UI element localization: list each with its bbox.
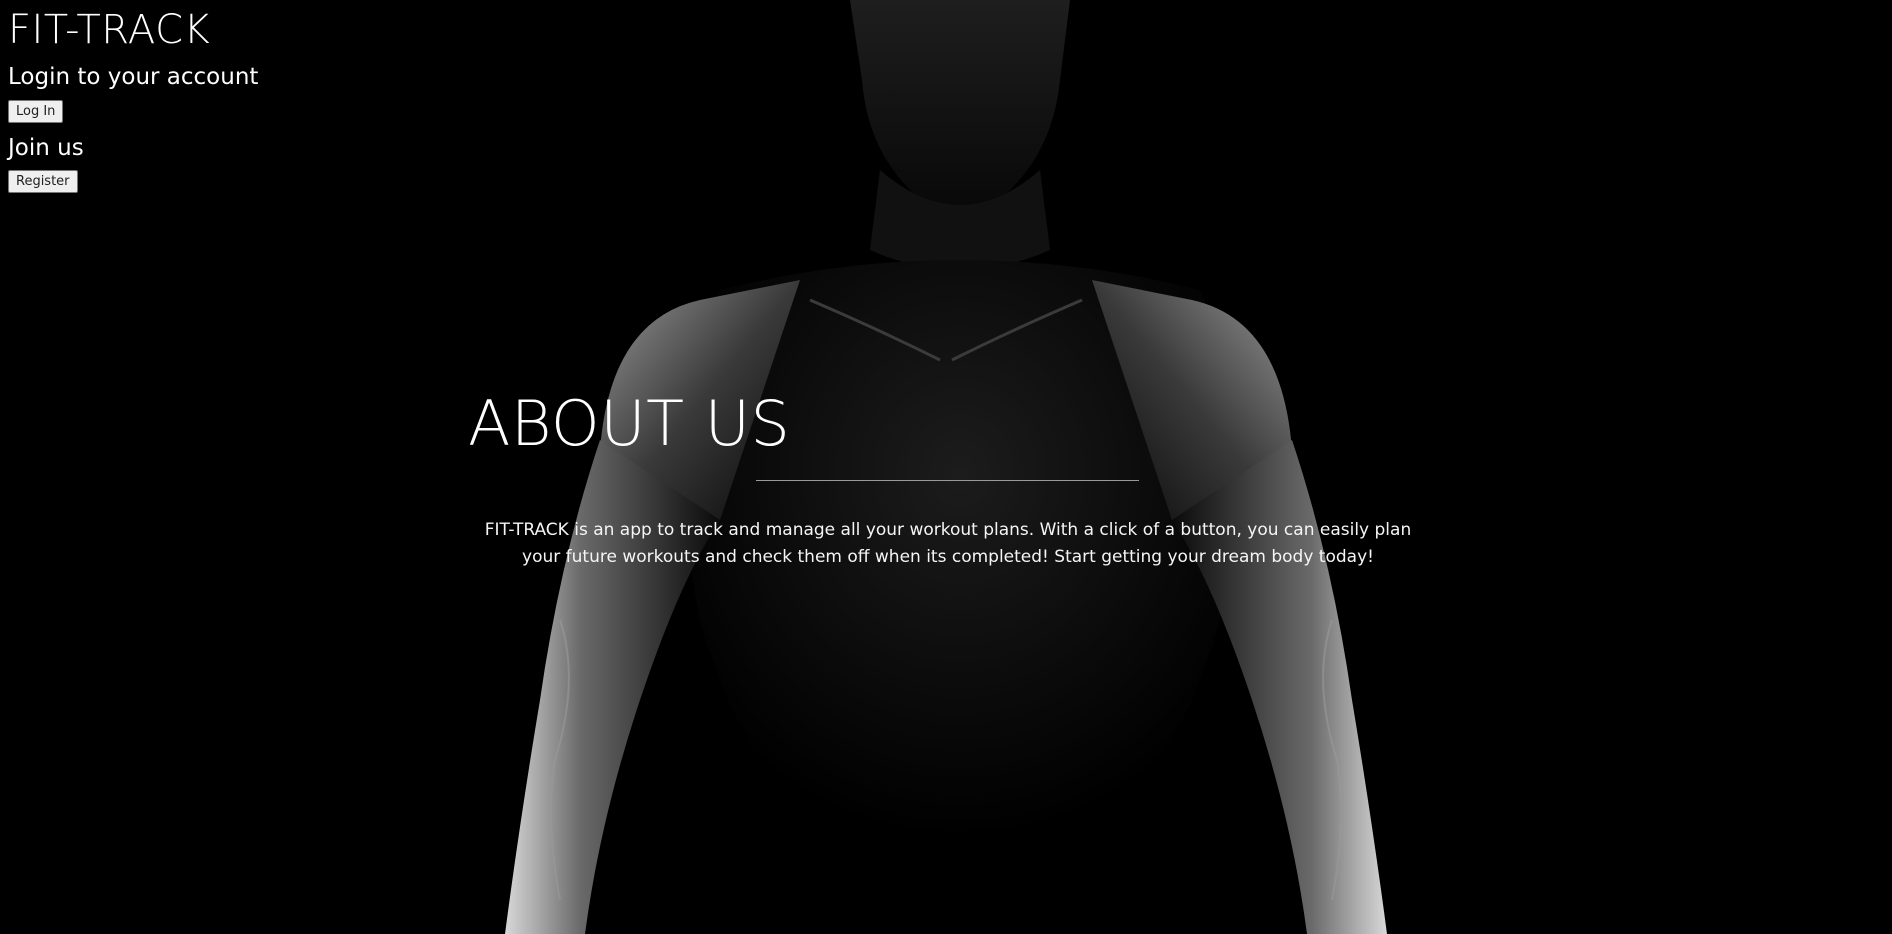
login-heading: Login to your account	[8, 64, 259, 90]
account-panel: FIT-TRACK Login to your account Log In J…	[8, 0, 259, 194]
about-section: ABOUT US FIT-TRACK is an app to track an…	[468, 387, 1428, 567]
about-description: FIT-TRACK is an app to track and manage …	[484, 520, 1412, 567]
about-divider	[756, 480, 1139, 481]
brand-title: FIT-TRACK	[8, 7, 211, 53]
register-heading: Join us	[8, 134, 84, 161]
about-title: ABOUT US	[468, 387, 791, 460]
register-button[interactable]: Register	[8, 170, 78, 194]
landing-page: FIT-TRACK Login to your account Log In J…	[0, 0, 1892, 934]
hero-background-image	[0, 0, 1892, 934]
login-button[interactable]: Log In	[8, 99, 64, 123]
